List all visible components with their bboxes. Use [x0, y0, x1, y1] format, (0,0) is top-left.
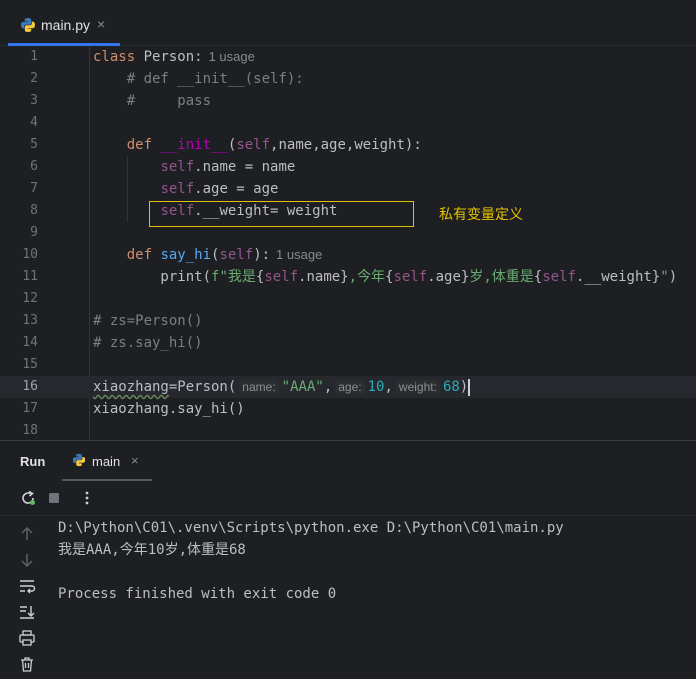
text-caret	[468, 378, 471, 396]
code-line: 10 def say_hi(self): 1 usage	[0, 244, 696, 266]
annotation-label: 私有变量定义	[439, 206, 523, 222]
line-number: 7	[30, 181, 38, 196]
run-panel-header: Run main ×	[0, 440, 696, 481]
line-number: 14	[22, 335, 38, 350]
editor-tab-bar: main.py ×	[0, 0, 696, 46]
line-number: 15	[22, 357, 38, 372]
code-text: self.age = age	[160, 181, 279, 197]
line-number: 12	[22, 291, 38, 306]
code-line: 5 def __init__(self,name,age,weight):	[0, 134, 696, 156]
line-number: 5	[30, 137, 38, 152]
up-arrow-icon[interactable]	[17, 524, 37, 544]
inlay-hint: name:	[239, 380, 279, 394]
stop-icon[interactable]	[43, 487, 65, 509]
run-panel-title[interactable]: Run	[20, 454, 45, 469]
code-text: # zs.say_hi()	[93, 335, 203, 351]
close-icon[interactable]: ×	[131, 453, 139, 468]
line-number: 3	[30, 93, 38, 108]
run-tab-main[interactable]: main ×	[62, 441, 152, 481]
code-line-current: 16 xiaozhang=Person(name: "AAA", age: 10, we…	[0, 376, 696, 398]
console-line: D:\Python\C01\.venv\Scripts\python.exe D…	[58, 520, 564, 536]
inlay-hint: weight:	[395, 380, 440, 394]
code-line: 14 # zs.say_hi()	[0, 332, 696, 354]
line-number: 6	[30, 159, 38, 174]
code-line: 13 # zs=Person()	[0, 310, 696, 332]
line-number: 18	[22, 423, 38, 438]
more-options-icon[interactable]	[76, 487, 98, 509]
code-text: xiaozhang.say_hi()	[93, 401, 245, 417]
tab-main-py[interactable]: main.py ×	[8, 7, 120, 46]
code-line: 12	[0, 288, 696, 310]
code-line: 6 self.name = name	[0, 156, 696, 178]
line-number: 1	[30, 49, 38, 64]
code-line: 7 self.age = age	[0, 178, 696, 200]
line-number: 16	[22, 379, 38, 394]
inlay-hint: age:	[335, 380, 365, 394]
down-arrow-icon[interactable]	[17, 550, 37, 570]
run-toolbar	[0, 480, 696, 516]
code-text: def say_hi(self): 1 usage	[126, 247, 323, 263]
code-line: 18	[0, 420, 696, 439]
highlight-box	[149, 201, 414, 227]
code-text: class Person: 1 usage	[93, 49, 255, 65]
code-text: # pass	[126, 93, 212, 109]
code-line: 4	[0, 112, 696, 134]
code-text: def __init__(self,name,age,weight):	[126, 137, 422, 153]
soft-wrap-icon[interactable]	[17, 576, 37, 596]
line-number: 13	[22, 313, 38, 328]
close-icon[interactable]: ×	[97, 16, 105, 32]
line-number: 11	[22, 269, 38, 284]
code-text: self.name = name	[160, 159, 296, 175]
line-number: 9	[30, 225, 38, 240]
line-number: 8	[30, 203, 38, 218]
python-file-icon	[20, 17, 36, 38]
rerun-icon[interactable]	[17, 487, 39, 509]
console-line: Process finished with exit code 0	[58, 586, 337, 602]
line-number: 17	[22, 401, 38, 416]
code-text: # def __init__(self):	[126, 71, 304, 87]
line-number: 4	[30, 115, 38, 130]
code-line: 2 # def __init__(self):	[0, 68, 696, 90]
console-line: 我是AAA,今年10岁,体重是68	[58, 542, 246, 558]
python-file-icon	[72, 453, 86, 472]
usage-hint[interactable]: 1 usage	[209, 49, 255, 64]
usage-hint[interactable]: 1 usage	[276, 247, 322, 262]
trash-icon[interactable]	[17, 654, 37, 674]
code-text: xiaozhang=Person(name: "AAA", age: 10, weigh…	[93, 378, 471, 396]
code-editor[interactable]: 1 class Person: 1 usage 2 # def __init__(…	[0, 46, 696, 439]
console-side-toolbar	[0, 516, 46, 674]
run-tab-label: main	[92, 454, 121, 469]
code-line: 15	[0, 354, 696, 376]
code-line: 3 # pass	[0, 90, 696, 112]
line-number: 2	[30, 71, 38, 86]
code-text: print(f"我是{self.name},今年{self.age}岁,体重是{…	[93, 269, 678, 285]
code-line: 17 xiaozhang.say_hi()	[0, 398, 696, 420]
code-text: # zs=Person()	[93, 313, 203, 329]
code-line: 11 print(f"我是{self.name},今年{self.age}岁,体…	[0, 266, 696, 288]
scroll-to-end-icon[interactable]	[17, 602, 37, 622]
tab-label: main.py	[41, 17, 91, 33]
line-number: 10	[22, 247, 38, 262]
code-line: 1 class Person: 1 usage	[0, 46, 696, 68]
print-icon[interactable]	[17, 628, 37, 648]
